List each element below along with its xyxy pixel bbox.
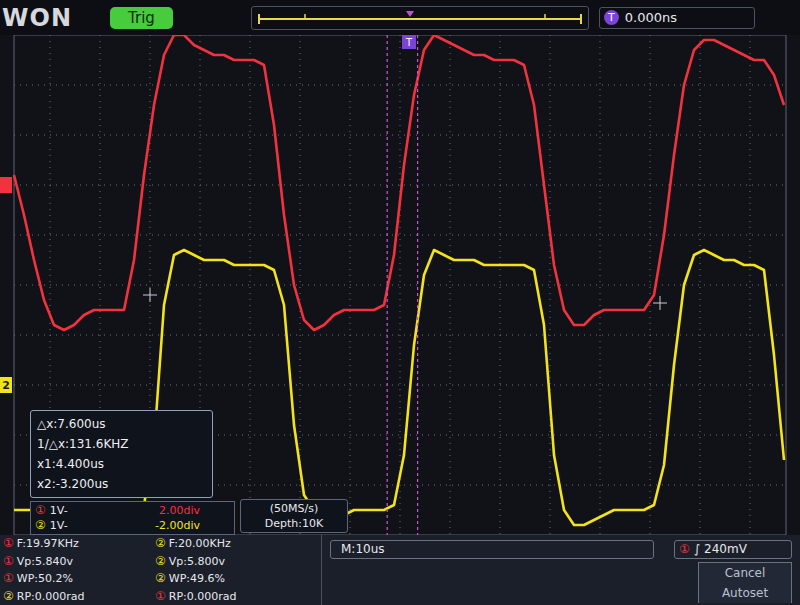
grid-line (450, 35, 451, 535)
channel-badge: ② (155, 553, 166, 570)
channel-badge: ① (3, 535, 14, 552)
measurement-item: ① F:19.97KHz (3, 535, 155, 553)
acquisition-info: (50MS/s) Depth:10K (240, 499, 348, 533)
menu-button[interactable]: Cancel (721, 563, 770, 583)
measurement-item: ② Vp:5.800v (155, 553, 325, 571)
measurement-item: ① RP:0.000rad (155, 588, 325, 605)
measurement-item: ① Vp:5.840v (3, 553, 155, 571)
oscilloscope-screen: WON Trig T 0.000ns T 2 △x:7.600us1/△x:13… (0, 0, 800, 605)
channel-badge: ② (155, 535, 166, 552)
channel-badge: ① (155, 588, 166, 605)
channel-scale-row: ① 1V- 2.00div (35, 503, 230, 518)
time-cursor[interactable] (417, 35, 418, 535)
channel-zero-marker[interactable]: 2 (0, 377, 12, 393)
measurement-value: WP:49.6% (169, 570, 225, 587)
grid-line (700, 35, 701, 535)
volts-per-div: 1V- (50, 518, 100, 533)
trigger-position-marker[interactable]: T (402, 35, 416, 49)
readout-line: 1/△x:131.6KHZ (37, 434, 206, 454)
trigger-status-badge: Trig (110, 7, 173, 29)
channel-offset: 2.00div (104, 503, 230, 518)
menu-button[interactable]: Autoset (718, 583, 772, 603)
measurement-item: ② WP:49.6% (155, 570, 325, 588)
time-offset-display: T 0.000ns (599, 7, 755, 29)
channel-scale-list: ① 1V- 2.00div② 1V- -2.00div (30, 501, 235, 535)
timebase-display: M:10us (330, 540, 654, 559)
grid-line (14, 335, 786, 336)
brand-logo: WON (0, 4, 78, 32)
waveform-display: T 2 △x:7.600us1/△x:131.6KHZx1:4.400usx2:… (0, 35, 800, 535)
grid-line (400, 35, 401, 535)
channel-zero-marker[interactable] (0, 177, 12, 193)
channel-badge: ① (35, 503, 46, 518)
top-bar: WON Trig T 0.000ns (0, 0, 800, 35)
trigger-column: ① ∫ 240mV CancelAutoset (660, 535, 800, 605)
memory-depth: Depth:10K (245, 516, 343, 531)
grid-line (14, 85, 786, 86)
channel-badge: ② (35, 518, 46, 533)
measurement-panel: ① F:19.97KHz② F:20.00KHz① Vp:5.840v② Vp:… (0, 535, 322, 605)
measurement-item: ② RP:0.000rad (3, 588, 155, 605)
grid-line (14, 385, 786, 386)
readout-line: △x:7.600us (37, 414, 206, 434)
softkey-menu: CancelAutoset (698, 562, 792, 603)
measurement-value: RP:0.000rad (169, 588, 237, 605)
channel-badge: ① (679, 542, 690, 557)
measurement-value: F:20.00KHz (169, 535, 231, 552)
volts-per-div: 1V- (50, 503, 100, 518)
trigger-level: 240mV (704, 542, 747, 557)
measurement-value: Vp:5.800v (169, 553, 225, 570)
channel-badge: ① (3, 570, 14, 587)
grid-line (750, 35, 751, 535)
grid-line (14, 235, 786, 236)
grid-line (250, 35, 251, 535)
measurement-value: RP:0.000rad (17, 588, 85, 605)
timebase-column: M:10us (322, 535, 660, 605)
time-cursor[interactable] (387, 35, 388, 535)
cursor-readout: △x:7.600us1/△x:131.6KHZx1:4.400usx2:-3.2… (30, 410, 213, 498)
channel-badge: ① (3, 553, 14, 570)
waveform-trace (14, 250, 784, 525)
bottom-bar: ① F:19.97KHz② F:20.00KHz① Vp:5.840v② Vp:… (0, 535, 800, 605)
channel-badge: ② (155, 570, 166, 587)
grid-line (14, 135, 786, 136)
trigger-time-icon: T (604, 10, 619, 25)
sample-rate: (50MS/s) (245, 501, 343, 516)
readout-line: x1:4.400us (37, 454, 206, 474)
readout-line: x2:-3.200us (37, 474, 206, 494)
time-offset-value: 0.000ns (625, 10, 677, 25)
measurement-item: ① WP:50.2% (3, 570, 155, 588)
grid-line (550, 35, 551, 535)
trigger-display: ① ∫ 240mV (674, 540, 792, 559)
memory-ruler-icon (255, 8, 585, 28)
memory-position-bar (251, 6, 589, 30)
center-cross-icon (143, 288, 667, 310)
channel-scale-row: ② 1V- -2.00div (35, 518, 230, 533)
measurement-item: ② F:20.00KHz (155, 535, 325, 553)
measurement-value: Vp:5.840v (17, 553, 73, 570)
channel-offset: -2.00div (104, 518, 230, 533)
grid-line (600, 35, 601, 535)
measurement-value: F:19.97KHz (17, 535, 79, 552)
waveform-trace (14, 35, 784, 330)
measurement-value: WP:50.2% (17, 570, 73, 587)
channel-badge: ② (3, 588, 14, 605)
rising-edge-icon: ∫ (694, 542, 700, 557)
